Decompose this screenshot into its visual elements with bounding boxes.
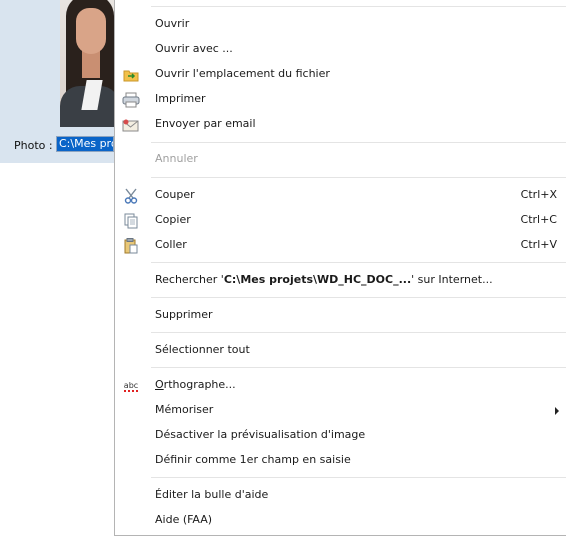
menu-item-spelling[interactable]: abc Orthographe... bbox=[115, 373, 566, 398]
menu-item-label: Sélectionner tout bbox=[155, 343, 250, 356]
menu-item-send-email[interactable]: Envoyer par email bbox=[115, 112, 566, 137]
menu-item-shortcut: Ctrl+C bbox=[520, 213, 557, 226]
menu-item-disable-preview[interactable]: Désactiver la prévisualisation d'image bbox=[115, 423, 566, 448]
menu-separator bbox=[151, 367, 566, 368]
scissors-icon bbox=[122, 187, 140, 204]
menu-item-label: Orthographe... bbox=[155, 378, 236, 391]
menu-item-label: Définir comme 1er champ en saisie bbox=[155, 453, 351, 466]
menu-item-label: Ouvrir bbox=[155, 17, 190, 30]
menu-separator bbox=[151, 477, 566, 478]
copy-icon bbox=[122, 212, 140, 229]
menu-separator bbox=[151, 297, 566, 298]
search-prefix: Rechercher ' bbox=[155, 273, 224, 286]
menu-item-label: Rechercher 'C:\Mes projets\WD_HC_DOC_...… bbox=[155, 273, 493, 286]
menu-separator bbox=[151, 332, 566, 333]
menu-item-cut[interactable]: Couper Ctrl+X bbox=[115, 183, 566, 208]
envelope-icon bbox=[122, 116, 140, 133]
menu-item-label: Désactiver la prévisualisation d'image bbox=[155, 428, 366, 441]
menu-item-label: Envoyer par email bbox=[155, 117, 256, 130]
menu-item-label: Supprimer bbox=[155, 308, 213, 321]
menu-item-open-location[interactable]: Ouvrir l'emplacement du fichier bbox=[115, 62, 566, 87]
menu-item-delete[interactable]: Supprimer bbox=[115, 303, 566, 328]
menu-item-paste[interactable]: Coller Ctrl+V bbox=[115, 233, 566, 258]
menu-item-edit-tooltip[interactable]: Éditer la bulle d'aide bbox=[115, 483, 566, 508]
menu-separator bbox=[151, 177, 566, 178]
menu-item-label: Ouvrir l'emplacement du fichier bbox=[155, 67, 330, 80]
menu-item-open[interactable]: Ouvrir bbox=[115, 12, 566, 37]
menu-item-copy[interactable]: Copier Ctrl+C bbox=[115, 208, 566, 233]
menu-item-label: Aide (FAA) bbox=[155, 513, 213, 526]
folder-icon bbox=[122, 66, 140, 83]
menu-item-set-first-field[interactable]: Définir comme 1er champ en saisie bbox=[115, 448, 566, 473]
menu-item-label: Copier bbox=[155, 213, 191, 226]
menu-item-shortcut: Ctrl+V bbox=[520, 238, 557, 251]
menu-item-label: Annuler bbox=[155, 152, 198, 165]
photo-path-selected-text: C:\Mes proj bbox=[57, 137, 113, 151]
menu-separator bbox=[151, 142, 566, 143]
menu-item-help[interactable]: Aide (FAA) bbox=[115, 508, 566, 533]
menu-item-open-with[interactable]: Ouvrir avec ... bbox=[115, 37, 566, 62]
menu-item-label: Coller bbox=[155, 238, 187, 251]
spellcheck-icon: abc bbox=[123, 381, 139, 392]
menu-item-select-all[interactable]: Sélectionner tout bbox=[115, 338, 566, 363]
submenu-arrow-icon bbox=[555, 407, 559, 415]
menu-item-label: Imprimer bbox=[155, 92, 206, 105]
menu-item-search-internet[interactable]: Rechercher 'C:\Mes projets\WD_HC_DOC_...… bbox=[115, 268, 566, 293]
menu-item-memorize[interactable]: Mémoriser bbox=[115, 398, 566, 423]
menu-item-label: Mémoriser bbox=[155, 403, 214, 416]
context-menu: Ouvrir Ouvrir avec ... Ouvrir l'emplacem… bbox=[114, 0, 566, 536]
menu-item-undo: Annuler bbox=[115, 147, 566, 172]
menu-separator bbox=[151, 262, 566, 263]
menu-separator bbox=[151, 6, 566, 7]
search-suffix: ' sur Internet... bbox=[411, 273, 493, 286]
clipboard-icon bbox=[122, 237, 140, 254]
menu-item-shortcut: Ctrl+X bbox=[520, 188, 557, 201]
printer-icon bbox=[122, 91, 140, 108]
menu-item-label: Éditer la bulle d'aide bbox=[155, 488, 269, 501]
photo-label: Photo : bbox=[14, 139, 53, 152]
search-term: C:\Mes projets\WD_HC_DOC_... bbox=[223, 273, 412, 286]
photo-image bbox=[60, 0, 114, 127]
photo-path-field[interactable]: C:\Mes proj bbox=[56, 136, 114, 152]
form-background: Photo : C:\Mes proj bbox=[0, 0, 114, 163]
menu-item-label: Couper bbox=[155, 188, 195, 201]
menu-item-label: Ouvrir avec ... bbox=[155, 42, 233, 55]
menu-item-print[interactable]: Imprimer bbox=[115, 87, 566, 112]
